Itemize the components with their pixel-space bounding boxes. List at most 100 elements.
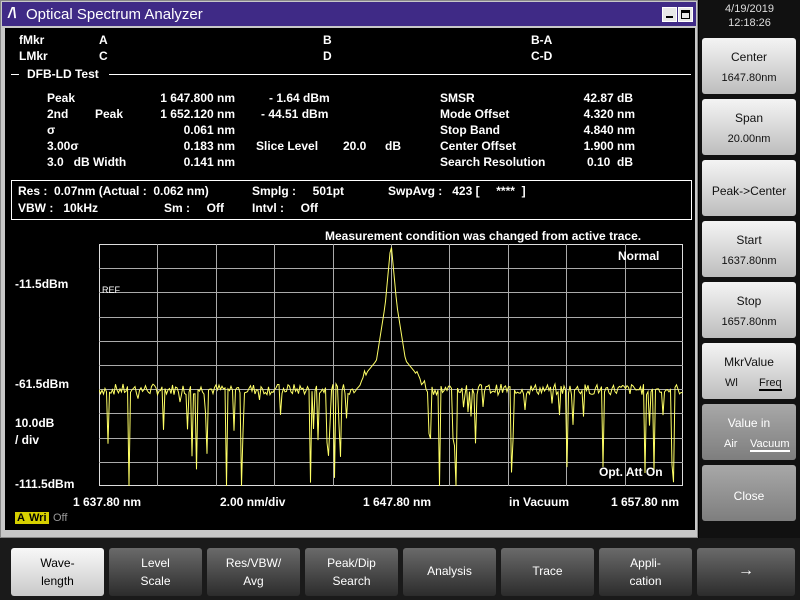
db-width-label: 3.0 dB Width — [47, 155, 127, 169]
trace-off-label: Off — [53, 512, 68, 524]
analysis-button[interactable]: Analysis — [403, 548, 496, 596]
start-button[interactable]: Start 1637.80nm — [702, 221, 796, 277]
application-line2: cation — [629, 574, 662, 588]
res-vbw-avg-line1: Res/VBW/ — [225, 556, 282, 570]
ref-marker-label: REF — [102, 285, 120, 295]
span-button-value: 20.00nm — [727, 133, 771, 145]
stop-button[interactable]: Stop 1657.80nm — [702, 282, 796, 338]
span-button-label: Span — [734, 111, 764, 125]
time-display: 12:18:26 — [728, 17, 771, 29]
slice-level-unit: dB — [385, 139, 401, 153]
title-bar: /\ Optical Spectrum Analyzer — [2, 2, 696, 26]
spectrum-graph[interactable] — [99, 244, 683, 486]
center-button-label: Center — [730, 50, 768, 64]
start-button-value: 1637.80nm — [721, 255, 777, 267]
peak-to-center-button[interactable]: Peak->Center — [702, 160, 796, 216]
second-peak-power: - 44.51 dBm — [261, 107, 329, 121]
close-button[interactable]: Close — [702, 465, 796, 521]
section-line-right — [109, 74, 691, 75]
value-in-label: Value in — [727, 416, 771, 430]
function-key-bar: Wave- length Level Scale Res/VBW/ Avg Pe… — [0, 538, 800, 600]
marker-c: C — [99, 49, 108, 63]
marker-a: A — [99, 33, 108, 47]
bottom-level-label: -111.5dBm — [15, 477, 75, 491]
db-width-value: 0.141 nm — [183, 155, 235, 169]
span-button[interactable]: Span 20.00nm — [702, 99, 796, 155]
lmkr-label: LMkr — [19, 49, 48, 63]
sampling-value: Smplg : 501pt — [252, 184, 345, 198]
trace-write-badge: Wri — [27, 512, 49, 524]
stop-band-value: 4.840 nm — [583, 123, 635, 137]
measurement-panel: fMkr A B B-A LMkr C D C-D DFB-LD Test Pe… — [5, 28, 695, 530]
x-start-label: 1 637.80 nm — [73, 495, 142, 509]
second-peak-sublabel: Peak — [95, 107, 124, 121]
date-display: 4/19/2019 — [725, 3, 774, 15]
marker-value-toggle[interactable]: MkrValue Wl Freq — [702, 343, 796, 399]
medium-label: in Vacuum — [509, 495, 570, 509]
smsr-value: 42.87 dB — [583, 91, 633, 105]
next-page-button[interactable]: → — [697, 548, 795, 596]
res-vbw-avg-button[interactable]: Res/VBW/ Avg — [207, 548, 300, 596]
side-softkey-panel: 4/19/2019 12:18:26 Center 1647.80nm Span… — [699, 0, 800, 538]
graph-grid — [99, 244, 683, 486]
x-stop-label: 1 657.80 nm — [611, 495, 680, 509]
analysis-button-label: Analysis — [427, 564, 472, 578]
slice-level-label: Slice Level — [256, 139, 319, 153]
trace-mode-label: Normal — [618, 249, 660, 263]
three-sigma-value: 0.183 nm — [183, 139, 235, 153]
peak-label: Peak — [47, 91, 76, 105]
trace-button-label: Trace — [532, 564, 563, 578]
trace-status: A Wri Off — [15, 512, 75, 526]
three-sigma-label: 3.00σ — [47, 139, 79, 153]
center-offset-label: Center Offset — [440, 139, 517, 153]
marker-value-option-freq[interactable]: Freq — [759, 377, 782, 391]
maximize-button[interactable] — [678, 7, 693, 22]
stop-button-label: Stop — [736, 294, 762, 308]
center-button[interactable]: Center 1647.80nm — [702, 38, 796, 94]
optical-attenuator-label: Opt. Att On — [599, 465, 663, 479]
smoothing-value: Sm : Off — [164, 201, 224, 215]
sigma-value: 0.061 nm — [183, 123, 235, 137]
condition-change-message: Measurement condition was changed from a… — [325, 229, 642, 243]
center-offset-value: 1.900 nm — [583, 139, 635, 153]
value-in-toggle[interactable]: Value in Air Vacuum — [702, 404, 796, 460]
spectrum-trace — [99, 247, 683, 486]
peak-to-center-label: Peak->Center — [711, 184, 787, 198]
application-button[interactable]: Appli- cation — [599, 548, 692, 596]
value-in-option-air[interactable]: Air — [724, 438, 737, 450]
minimize-button[interactable] — [662, 7, 677, 22]
app-logo-icon: /\ — [8, 5, 17, 22]
close-button-label: Close — [733, 489, 765, 503]
scale-unit-label: / div — [15, 433, 40, 447]
level-scale-line1: Level — [141, 556, 170, 570]
search-resolution-label: Search Resolution — [440, 155, 546, 169]
peak-power: - 1.64 dBm — [269, 91, 330, 105]
peak-wavelength: 1 647.800 nm — [160, 91, 235, 105]
window-title: Optical Spectrum Analyzer — [26, 6, 203, 23]
ref-level-label: -11.5dBm — [15, 277, 69, 291]
fmkr-label: fMkr — [19, 33, 45, 47]
application-line1: Appli- — [630, 556, 661, 570]
wavelength-button[interactable]: Wave- length — [11, 548, 104, 596]
marker-b: B — [323, 33, 332, 47]
res-vbw-avg-line2: Avg — [243, 574, 264, 588]
marker-value-label: MkrValue — [724, 355, 774, 369]
x-center-label: 1 647.80 nm — [363, 495, 432, 509]
level-scale-button[interactable]: Level Scale — [109, 548, 202, 596]
mode-offset-label: Mode Offset — [440, 107, 510, 121]
second-peak-wavelength: 1 652.120 nm — [160, 107, 235, 121]
spectrum-trace-line — [99, 247, 683, 486]
marker-value-option-wl[interactable]: Wl — [725, 377, 738, 389]
value-in-option-vacuum[interactable]: Vacuum — [750, 438, 790, 452]
trace-button[interactable]: Trace — [501, 548, 594, 596]
stop-button-value: 1657.80nm — [721, 316, 777, 328]
center-button-value: 1647.80nm — [721, 72, 777, 84]
wavelength-button-line1: Wave- — [40, 556, 75, 570]
stop-band-label: Stop Band — [440, 123, 500, 137]
wavelength-button-line2: length — [41, 574, 74, 588]
marker-d: D — [323, 49, 332, 63]
peak-dip-search-button[interactable]: Peak/Dip Search — [305, 548, 398, 596]
start-button-label: Start — [736, 233, 762, 247]
next-arrow-icon: → — [738, 562, 754, 579]
sigma-label: σ — [47, 123, 56, 137]
